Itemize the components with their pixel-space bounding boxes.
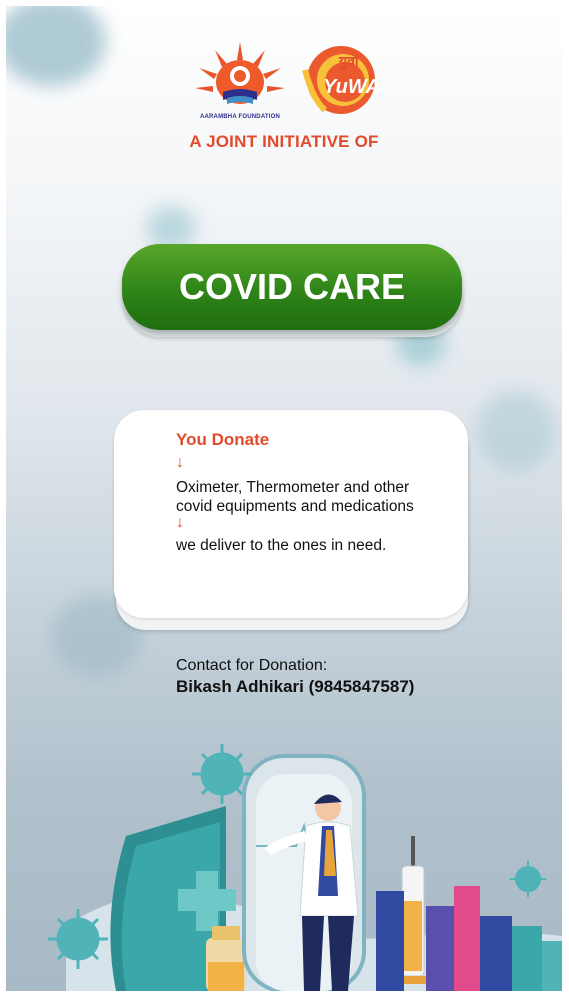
contact-label: Contact for Donation:	[176, 657, 328, 674]
you-donate-heading: You Donate	[176, 430, 270, 449]
yuwa-script-text: युवा	[339, 53, 359, 69]
donation-card: You Donate ↓ Oximeter, Thermometer and o…	[114, 410, 468, 618]
yuwa-logo: युवा YuWA	[295, 40, 380, 120]
covid-care-button[interactable]: COVID CARE	[122, 244, 462, 330]
aarambha-sun-icon	[195, 42, 285, 104]
poster: AARAMBHA FOUNDATION युवा YuWA A JOINT IN…	[6, 6, 562, 991]
donation-items-text: Oximeter, Thermometer and other covid eq…	[176, 479, 414, 515]
down-arrow-icon: ↓	[176, 514, 184, 531]
aarambha-name: AARAMBHA FOUNDATION	[199, 114, 281, 120]
logo-row: AARAMBHA FOUNDATION युवा YuWA	[6, 40, 562, 120]
logo-header: AARAMBHA FOUNDATION युवा YuWA A JOINT IN…	[6, 40, 562, 152]
joint-initiative-label: A JOINT INITIATIVE OF	[189, 132, 379, 151]
delivery-text: we deliver to the ones in need.	[176, 537, 387, 554]
medicine-bottle-icon	[206, 926, 246, 991]
virus-blob-far-right	[476, 391, 556, 471]
aarambha-foundation-logo: AARAMBHA FOUNDATION	[193, 40, 287, 120]
city-buildings-icon	[376, 886, 562, 991]
healthcare-illustration	[48, 744, 562, 991]
contact-name-phone: Bikash Adhikari (9845847587)	[176, 677, 415, 696]
virus-icon	[510, 861, 546, 897]
down-arrow-icon: ↓	[176, 454, 184, 471]
contact-block: Contact for Donation: Bikash Adhikari (9…	[176, 656, 414, 698]
yuwa-word-text: YuWA	[323, 76, 381, 98]
